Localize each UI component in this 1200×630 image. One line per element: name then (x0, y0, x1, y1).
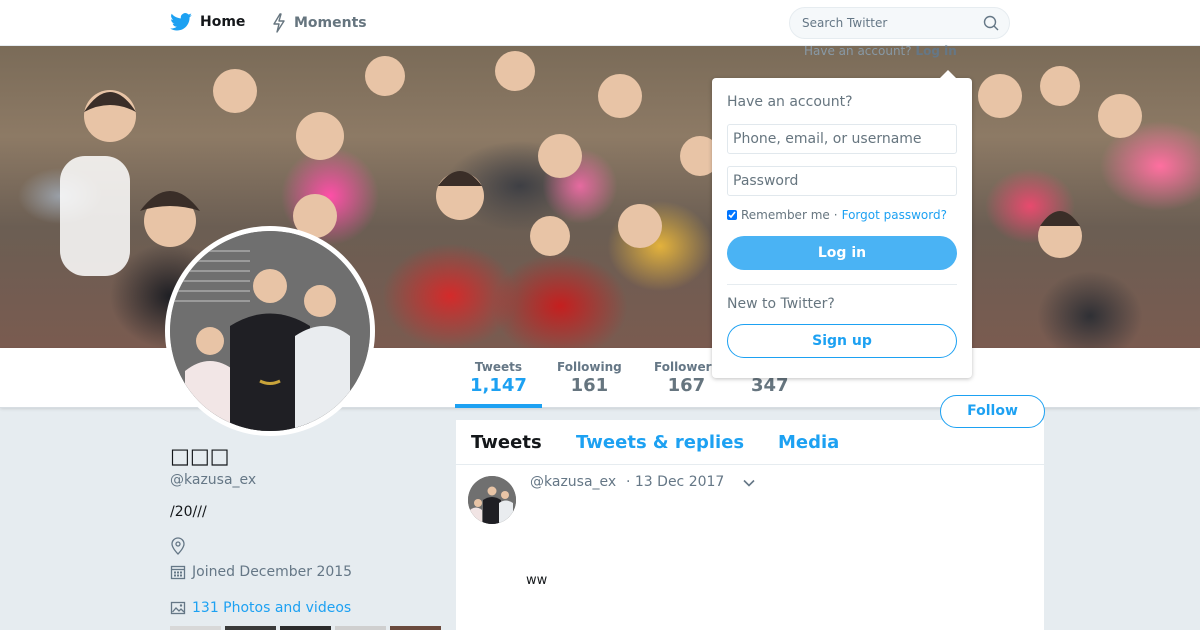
login-hint: Have an account? Log in (804, 44, 957, 58)
divider (727, 284, 957, 285)
search-icon[interactable] (983, 15, 999, 31)
profile-avatar[interactable] (165, 226, 375, 436)
image-icon (170, 601, 186, 615)
chevron-down-icon[interactable] (742, 476, 756, 490)
stat-label: Tweets (474, 360, 523, 374)
login-title: Have an account? (727, 94, 853, 110)
tweet-author-handle[interactable]: @kazusa_ex (530, 474, 616, 490)
calendar-icon (170, 565, 186, 580)
stat-label: Followers (654, 360, 719, 374)
profile-handle[interactable]: @kazusa_ex (170, 472, 256, 488)
remember-row: Remember me · Forgot password? (727, 208, 947, 222)
stat-followers[interactable]: Followers 167 (654, 360, 719, 396)
forgot-password-link[interactable]: Forgot password? (842, 208, 947, 222)
stat-value: 161 (570, 375, 609, 396)
avatar-photo-illustration (170, 231, 370, 431)
media-thumbnail[interactable] (390, 626, 441, 630)
joined-text: Joined December 2015 (192, 564, 353, 580)
media-thumbnail[interactable] (280, 626, 331, 630)
nav-home[interactable]: Home (170, 13, 245, 31)
signup-button[interactable]: Sign up (727, 324, 957, 358)
top-navigation: Home Moments Search Twitter (0, 0, 1200, 46)
tweet-avatar-illustration (468, 476, 516, 524)
stat-tweets[interactable]: Tweets 1,147 (470, 360, 527, 396)
profile-joined: Joined December 2015 (170, 564, 352, 580)
search-placeholder: Search Twitter (802, 16, 888, 30)
media-thumbnail[interactable] (225, 626, 276, 630)
remember-me-checkbox[interactable] (727, 210, 737, 220)
follow-button[interactable]: Follow (940, 395, 1045, 428)
stat-value: 347 (751, 375, 789, 396)
active-stat-underline (455, 404, 542, 408)
profile-bio: /20/// (170, 504, 207, 520)
login-button[interactable]: Log in (727, 236, 957, 270)
tab-tweets-replies[interactable]: Tweets & replies (576, 432, 744, 453)
media-thumbnail[interactable] (335, 626, 386, 630)
login-hint-text: Have an account? (804, 44, 912, 58)
login-dropdown: Have an account? Remember me · Forgot pa… (712, 78, 972, 378)
nav-moments[interactable]: Moments (272, 13, 367, 33)
password-field[interactable] (727, 166, 957, 196)
media-thumbnails (170, 626, 441, 630)
dropdown-caret (939, 70, 957, 79)
tweet-avatar[interactable] (468, 476, 516, 524)
location-pin-icon (171, 537, 185, 555)
stat-following[interactable]: Following 161 (557, 360, 622, 396)
lightning-icon (273, 13, 285, 33)
profile-name: □□□ (170, 444, 230, 468)
tweet-text: ww (526, 573, 548, 588)
nav-home-label: Home (200, 14, 246, 30)
login-hint-link[interactable]: Log in (915, 44, 956, 58)
username-field[interactable] (727, 124, 957, 154)
tweet-date[interactable]: · 13 Dec 2017 (626, 474, 724, 490)
timeline: Tweets Tweets & replies Media @kazusa_ex… (456, 420, 1044, 630)
stat-value: 167 (667, 375, 706, 396)
tab-tweets[interactable]: Tweets (471, 432, 542, 453)
nav-moments-label: Moments (294, 15, 367, 31)
stat-value: 1,147 (470, 375, 527, 396)
media-thumbnail[interactable] (170, 626, 221, 630)
photos-videos-link[interactable]: 131 Photos and videos (170, 600, 351, 616)
twitter-bird-icon (170, 13, 192, 31)
search-input[interactable]: Search Twitter (789, 7, 1010, 39)
remember-me-label[interactable]: Remember me (741, 208, 830, 222)
profile-location (170, 537, 186, 555)
new-to-twitter-text: New to Twitter? (727, 296, 835, 312)
photos-videos-label: 131 Photos and videos (192, 600, 352, 616)
stat-label: Following (557, 360, 622, 374)
separator-dot: · (833, 208, 838, 222)
tab-media[interactable]: Media (778, 432, 839, 453)
